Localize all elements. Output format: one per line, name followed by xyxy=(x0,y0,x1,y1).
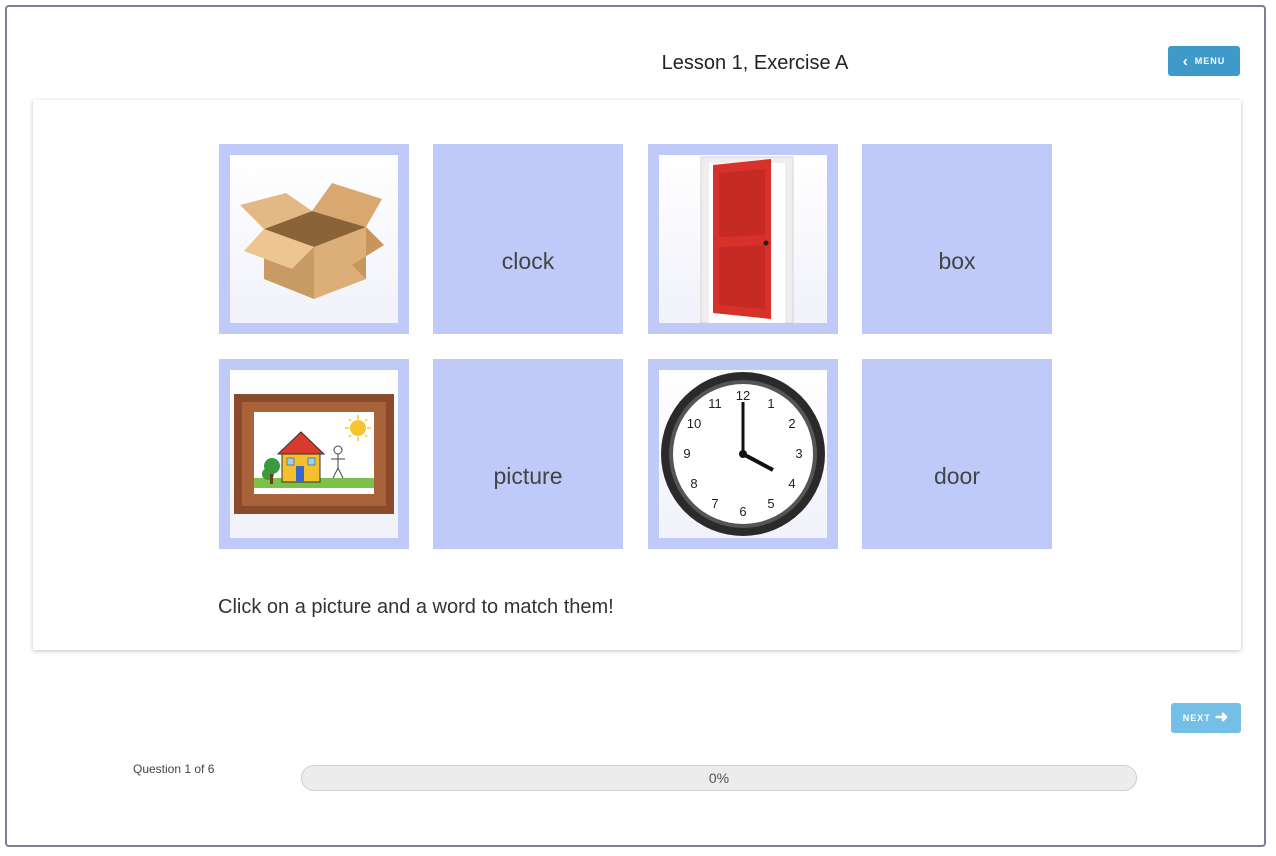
picture-tile-door[interactable] xyxy=(648,144,838,334)
progress-label: 0% xyxy=(708,770,730,786)
svg-text:11: 11 xyxy=(708,396,722,411)
word-tile-clock[interactable]: clock xyxy=(433,144,623,334)
exercise-card: clock box picture 12 1 2 3 4 5 6 7 8 9 1… xyxy=(33,100,1241,650)
svg-text:10: 10 xyxy=(687,416,701,431)
svg-text:3: 3 xyxy=(795,446,802,461)
svg-text:6: 6 xyxy=(739,504,746,519)
red-door-picture xyxy=(659,155,827,323)
svg-text:8: 8 xyxy=(690,476,697,491)
menu-button[interactable]: ‹ MENU xyxy=(1168,46,1240,76)
picture-tile-box[interactable] xyxy=(219,144,409,334)
cardboard-box-picture xyxy=(230,155,398,323)
lesson-title: Lesson 1, Exercise A xyxy=(661,52,849,74)
word-tile-picture[interactable]: picture xyxy=(433,359,623,549)
menu-button-label: MENU xyxy=(1194,56,1226,66)
word-tile-door[interactable]: door xyxy=(862,359,1052,549)
word-tile-box[interactable]: box xyxy=(862,144,1052,334)
progress-bar: 0% xyxy=(301,765,1137,791)
svg-text:4: 4 xyxy=(788,476,795,491)
svg-text:5: 5 xyxy=(767,496,774,511)
word-label: picture xyxy=(493,462,563,489)
svg-text:1: 1 xyxy=(767,396,774,411)
word-label: box xyxy=(938,247,976,274)
word-label: clock xyxy=(501,247,555,274)
svg-text:12: 12 xyxy=(736,388,750,403)
picture-tile-clock[interactable]: 12 1 2 3 4 5 6 7 8 9 10 11 xyxy=(648,359,838,549)
question-counter: Question 1 of 6 xyxy=(133,762,215,776)
next-button[interactable]: NEXT ➜ xyxy=(1171,703,1241,733)
instruction-text: Click on a picture and a word to match t… xyxy=(218,596,614,618)
wall-clock-picture: 12 1 2 3 4 5 6 7 8 9 10 11 xyxy=(659,370,827,538)
chevron-left-icon: ‹ xyxy=(1182,52,1189,70)
svg-text:7: 7 xyxy=(711,496,718,511)
picture-tile-picture[interactable] xyxy=(219,359,409,549)
word-label: door xyxy=(933,462,981,489)
next-button-label: NEXT xyxy=(1182,713,1211,723)
arrow-right-icon: ➜ xyxy=(1214,709,1230,726)
svg-text:2: 2 xyxy=(788,416,795,431)
framed-house-drawing-picture xyxy=(230,370,398,538)
svg-text:9: 9 xyxy=(683,446,690,461)
